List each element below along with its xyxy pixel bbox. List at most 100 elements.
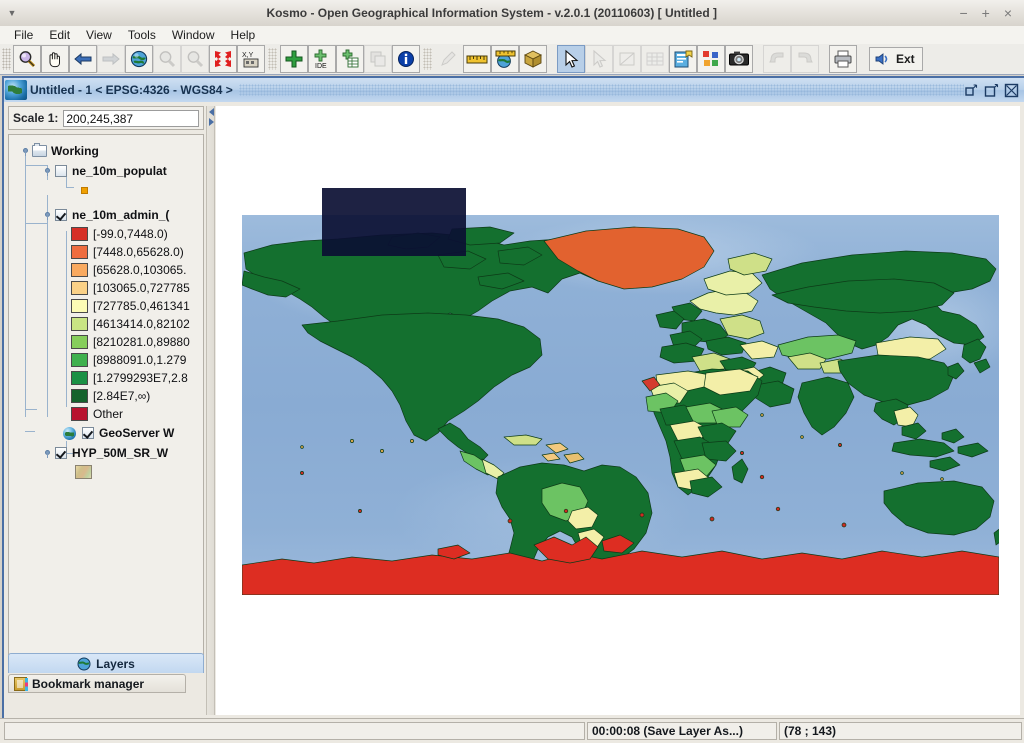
pan-hand-icon <box>49 52 60 68</box>
legend-row: [8210281.0,89880 <box>9 333 203 351</box>
zoom-in-button[interactable] <box>13 45 41 73</box>
map-canvas[interactable] <box>216 106 1020 715</box>
tree-node-hyp-raster[interactable]: HYP_50M_SR_W <box>9 443 203 463</box>
collapse-left-icon[interactable] <box>208 108 215 116</box>
menu-tools[interactable]: Tools <box>120 27 164 43</box>
legend-class-label: [1.2799293E7,2.8 <box>93 371 188 385</box>
tab-layers[interactable]: Layers <box>8 653 204 673</box>
minimize-button[interactable]: − <box>959 0 967 26</box>
print-icon <box>834 50 852 68</box>
screenshot-button[interactable] <box>725 45 753 73</box>
add-layer-plus-icon <box>285 50 303 68</box>
legend-row-hyp-swatch <box>9 463 203 481</box>
maximize-button[interactable]: + <box>982 0 990 26</box>
select-feature-icon <box>593 49 607 68</box>
map-window-title-bar[interactable]: Untitled - 1 < EPSG:4326 - WGS84 > <box>4 78 1024 103</box>
speaker-ext-icon <box>875 53 888 65</box>
measure-globe-button[interactable] <box>491 45 519 73</box>
layer-label-populated: ne_10m_populat <box>72 164 167 178</box>
legend-row: [8988091.0,1.279 <box>9 351 203 369</box>
toolbar-grip[interactable] <box>2 48 11 70</box>
map-window-title: Untitled - 1 < EPSG:4326 - WGS84 > <box>30 83 233 97</box>
legend-class-label: [4613414.0,82102 <box>93 317 190 331</box>
legend-row: [727785.0,461341 <box>9 297 203 315</box>
scale-input[interactable]: 200,245,387 <box>63 109 199 127</box>
copy-layer-button[interactable] <box>364 45 392 73</box>
layer-checkbox-hyp[interactable] <box>55 447 67 459</box>
menu-edit-label: Edit <box>49 28 71 42</box>
ext-button[interactable]: Ext <box>869 47 923 71</box>
undo-button[interactable] <box>763 45 791 73</box>
add-table-layer-button[interactable] <box>336 45 364 73</box>
menu-help[interactable]: Help <box>223 27 264 43</box>
package-box-icon <box>523 50 543 68</box>
legend-row: [4613414.0,82102 <box>9 315 203 333</box>
edit-button[interactable] <box>435 45 463 73</box>
redo-button[interactable] <box>791 45 819 73</box>
tab-bookmark-manager[interactable]: Bookmark manager <box>8 674 186 693</box>
svg-text:IDE: IDE <box>315 63 327 69</box>
tree-node-geoserver-wms[interactable]: GeoServer W <box>9 423 203 443</box>
menu-view[interactable]: View <box>78 27 120 43</box>
goto-xy-button[interactable]: X,Y <box>237 45 265 73</box>
expand-handle-populated[interactable] <box>43 167 52 176</box>
legend-color-swatch <box>71 407 88 421</box>
add-ide-layer-button[interactable]: IDE <box>308 45 336 73</box>
full-extent-button[interactable] <box>125 45 153 73</box>
expand-handle-hyp[interactable] <box>43 449 52 458</box>
panel-splitter[interactable] <box>206 106 215 715</box>
zoom-to-selection-button[interactable] <box>181 45 209 73</box>
close-window-button[interactable] <box>1004 83 1019 98</box>
pan-button[interactable] <box>41 45 69 73</box>
legend-class-label: [2.84E7,∞) <box>93 389 151 403</box>
edit-geometry-button[interactable] <box>613 45 641 73</box>
fit-extent-button[interactable] <box>209 45 237 73</box>
layer-tree[interactable]: Working ne_10m_populat ne_10m_admin_([-… <box>8 134 204 655</box>
symbology-button[interactable] <box>697 45 725 73</box>
info-button[interactable] <box>392 45 420 73</box>
scale-label: Scale 1: <box>13 111 59 125</box>
undo-icon <box>769 52 784 63</box>
next-extent-button[interactable] <box>97 45 125 73</box>
tree-node-populated-places[interactable]: ne_10m_populat <box>9 161 203 181</box>
geoprocessing-button[interactable] <box>519 45 547 73</box>
new-report-button[interactable] <box>669 45 697 73</box>
layer-tree-content: Working ne_10m_populat ne_10m_admin_([-… <box>9 135 203 481</box>
layer-checkbox-geoserver[interactable] <box>82 427 94 439</box>
menu-file[interactable]: File <box>6 27 41 43</box>
window-menu-icon[interactable]: ▼ <box>0 0 24 26</box>
tab-layers-label: Layers <box>96 656 135 671</box>
legend-color-swatch <box>71 263 88 277</box>
close-button[interactable]: × <box>1004 0 1012 26</box>
restore-window-button[interactable] <box>964 83 979 98</box>
layer-checkbox-admin[interactable] <box>55 209 67 221</box>
globe-full-extent-icon <box>130 50 148 68</box>
menu-edit[interactable]: Edit <box>41 27 78 43</box>
layer-checkbox-populated[interactable] <box>55 165 67 177</box>
measure-button[interactable] <box>463 45 491 73</box>
legend-class-label: [8988091.0,1.279 <box>93 353 187 367</box>
xy-coordinate-icon: X,Y <box>242 52 259 68</box>
previous-extent-button[interactable] <box>69 45 97 73</box>
legend-row: [1.2799293E7,2.8 <box>9 369 203 387</box>
legend-class-label: [7448.0,65628.0) <box>93 245 184 259</box>
tree-node-admin-countries[interactable]: ne_10m_admin_( <box>9 205 203 225</box>
maximize-window-button[interactable] <box>984 83 999 98</box>
select-feature-button[interactable] <box>585 45 613 73</box>
zoom-to-layer-button[interactable] <box>153 45 181 73</box>
collapse-right-icon[interactable] <box>208 118 215 126</box>
attribute-table-button[interactable] <box>641 45 669 73</box>
legend-color-swatch <box>71 317 88 331</box>
menu-window[interactable]: Window <box>164 27 223 43</box>
expand-handle-working[interactable] <box>21 147 30 156</box>
expand-handle-admin[interactable] <box>43 211 52 220</box>
print-button[interactable] <box>829 45 857 73</box>
world-map <box>242 215 999 595</box>
wms-globe-icon <box>63 426 76 440</box>
add-layer-button[interactable] <box>280 45 308 73</box>
tree-node-working[interactable]: Working <box>9 141 203 161</box>
point-symbol-swatch <box>81 186 88 194</box>
legend-class-label: [727785.0,461341 <box>93 299 190 313</box>
select-button[interactable] <box>557 45 585 73</box>
map-window-globe-icon <box>5 80 27 100</box>
